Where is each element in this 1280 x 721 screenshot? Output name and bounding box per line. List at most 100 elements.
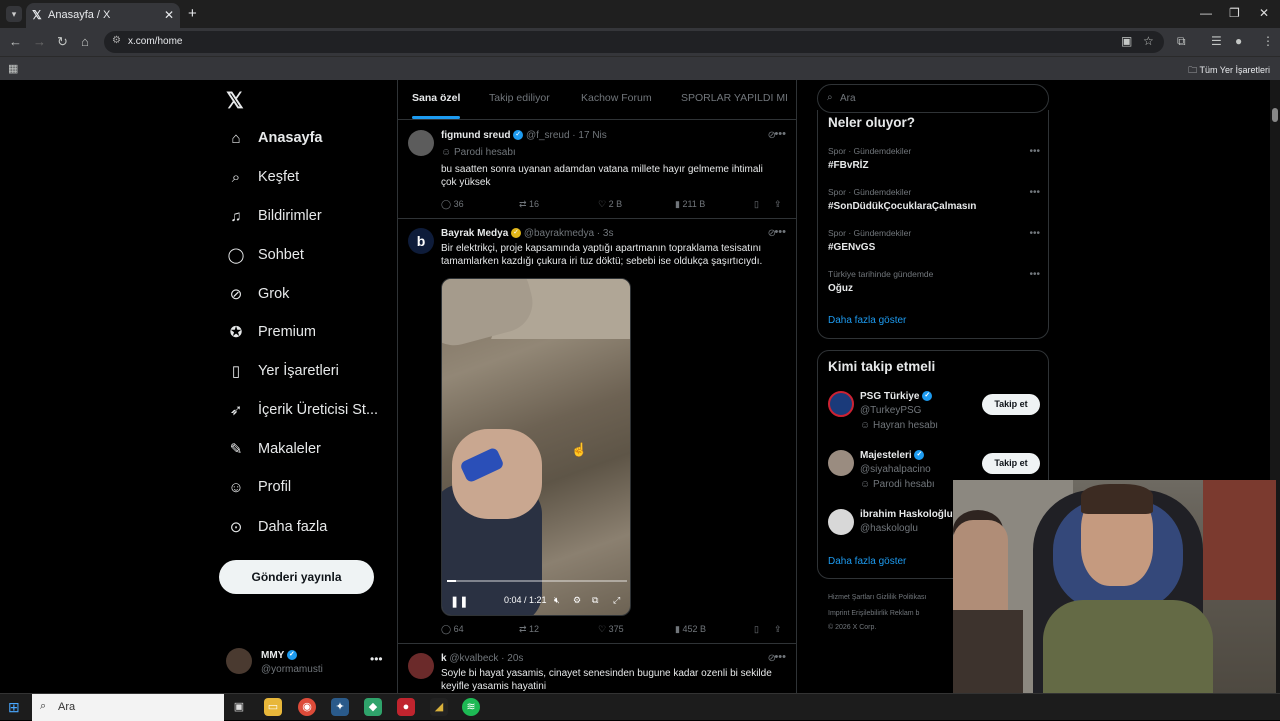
tweet-author[interactable]: k — [441, 653, 447, 664]
task-view-icon[interactable]: ▣ — [230, 698, 248, 716]
search-input[interactable]: ⌕ Ara — [817, 84, 1049, 113]
all-bookmarks[interactable]: 🗀 Tüm Yer İşaretleri — [1188, 63, 1270, 79]
tweet-handle[interactable]: @kvalbeck — [449, 653, 498, 664]
sidebar-item-home[interactable]: ⌂ Anasayfa — [226, 123, 322, 153]
views-button[interactable]: ▮ 211 B — [675, 199, 705, 210]
new-tab-button[interactable]: + — [188, 5, 197, 22]
tab-search-button[interactable]: ▾ — [6, 6, 22, 22]
spotify-icon[interactable]: ≋ — [462, 698, 480, 716]
video-progress-bar[interactable] — [447, 580, 627, 582]
tweet-author[interactable]: Bayrak Medya — [441, 228, 508, 239]
retweet-button[interactable]: ⇄ 16 — [519, 199, 539, 210]
post-button[interactable]: Gönderi yayınla — [219, 560, 374, 594]
star-icon[interactable]: ☆ — [1143, 34, 1154, 48]
retweet-button[interactable]: ⇄ 12 — [519, 624, 539, 635]
reply-button[interactable]: ◯ 64 — [441, 624, 464, 635]
account-switcher[interactable]: MMY ✓ @yormamusti ••• — [226, 646, 386, 680]
app-icon[interactable]: ● — [397, 698, 415, 716]
minimize-icon[interactable]: — — [1200, 6, 1212, 20]
app-icon[interactable]: ◢ — [430, 698, 448, 716]
pause-icon[interactable]: ❚❚ — [450, 595, 468, 608]
file-explorer-icon[interactable]: ▭ — [264, 698, 282, 716]
account-more-icon[interactable]: ••• — [370, 652, 383, 666]
cast-icon[interactable]: ▣ — [1121, 34, 1132, 48]
close-tab-icon[interactable]: ✕ — [164, 8, 174, 22]
close-window-icon[interactable]: ✕ — [1259, 6, 1269, 20]
tweet-time[interactable]: 3s — [603, 228, 614, 239]
chrome-icon[interactable]: ◉ — [298, 698, 316, 716]
footer-links[interactable]: Hizmet Şartları Gizlilik Politikası — [828, 594, 926, 601]
follow-button[interactable]: Takip et — [982, 394, 1040, 415]
tab-sporlar[interactable]: SPORLAR YAPILDI MI — [681, 92, 788, 104]
extensions-icon[interactable]: ⧉ — [1177, 34, 1186, 49]
trend-item[interactable]: Türkiye tarihinde gündemde Oğuz ••• — [828, 269, 1040, 294]
tab-following[interactable]: Takip ediliyor — [489, 92, 550, 104]
tab-for-you[interactable]: Sana özel — [412, 92, 461, 119]
fullscreen-icon[interactable]: ⤢ — [613, 595, 620, 606]
tweet-author[interactable]: figmund sreud — [441, 130, 510, 141]
tweet-more-icon[interactable]: ••• — [774, 651, 786, 663]
mute-icon[interactable]: 🔇︎ — [554, 595, 560, 606]
sidebar-item-chat[interactable]: ◯ Sohbet — [226, 240, 304, 270]
share-icon[interactable]: ⇪ — [774, 624, 782, 635]
scrollbar-thumb[interactable] — [1272, 108, 1278, 122]
tweet-time[interactable]: 17 Nis — [578, 130, 606, 141]
sidebar-item-grok[interactable]: ⊘ Grok — [226, 279, 290, 309]
tweet[interactable]: b Bayrak Medya ✓ @bayrakmedya · 3s ⊘ •••… — [398, 220, 796, 644]
trend-item[interactable]: Spor · Gündemdekiler #FBvRİZ ••• — [828, 146, 1040, 171]
app-icon[interactable]: ◆ — [364, 698, 382, 716]
sidebar-item-notifications[interactable]: ♫ Bildirimler — [226, 201, 321, 231]
sidebar-item-explore[interactable]: ⌕ Keşfet — [226, 162, 299, 192]
share-icon[interactable]: ⇪ — [774, 199, 782, 210]
trend-more-icon[interactable]: ••• — [1029, 228, 1040, 239]
reload-icon[interactable]: ↻ — [57, 34, 68, 50]
trends-show-more-link[interactable]: Daha fazla göster — [828, 315, 906, 326]
tweet-video[interactable]: ❚❚ 0:04 / 1:21 🔇︎ ⚙ ⧉ ⤢ — [441, 278, 631, 616]
windows-start-icon[interactable]: ⊞ — [8, 699, 20, 716]
tab-kachow-forum[interactable]: Kachow Forum — [581, 92, 652, 104]
media-icon[interactable]: ☰ — [1211, 34, 1222, 48]
back-icon[interactable]: ← — [9, 34, 22, 49]
tweet[interactable]: k @kvalbeck · 20s ⊘ ••• Soyle bi hayat y… — [398, 645, 796, 693]
profile-icon[interactable]: ● — [1235, 34, 1242, 48]
trend-more-icon[interactable]: ••• — [1029, 146, 1040, 157]
tweet-time[interactable]: 20s — [507, 653, 523, 664]
bookmark-icon[interactable]: ▯ — [754, 624, 759, 635]
footer-links[interactable]: Imprint Erişilebilirlik Reklam b — [828, 610, 919, 617]
x-logo-icon[interactable]: 𝕏 — [226, 88, 244, 114]
tweet-handle[interactable]: @bayrakmedya — [524, 228, 594, 239]
follow-button[interactable]: Takip et — [982, 453, 1040, 474]
trend-item[interactable]: Spor · Gündemdekiler #GENvGS ••• — [828, 228, 1040, 253]
taskbar-search-input[interactable]: ⌕ Ara — [32, 694, 224, 721]
tweet-handle[interactable]: @f_sreud — [526, 130, 570, 141]
like-button[interactable]: ♡ 2 B — [598, 199, 622, 210]
menu-icon[interactable]: ⋮ — [1262, 34, 1274, 48]
sidebar-item-profile[interactable]: ☺ Profil — [226, 472, 291, 502]
views-button[interactable]: ▮ 452 B — [675, 624, 706, 635]
site-info-icon[interactable]: ⚙ — [112, 35, 121, 46]
bayrak-medya-logo-icon[interactable]: b — [408, 228, 434, 254]
like-button[interactable]: ♡ 375 — [598, 624, 624, 635]
avatar[interactable] — [408, 130, 434, 156]
trend-more-icon[interactable]: ••• — [1029, 269, 1040, 280]
sidebar-item-premium[interactable]: ✪ Premium — [226, 317, 316, 347]
app-icon[interactable]: ✦ — [331, 698, 349, 716]
tweet-more-icon[interactable]: ••• — [774, 128, 786, 140]
who-show-more-link[interactable]: Daha fazla göster — [828, 556, 906, 567]
settings-icon[interactable]: ⚙ — [573, 595, 581, 606]
home-browser-icon[interactable]: ⌂ — [81, 34, 89, 49]
apps-grid-icon[interactable]: ▦ — [8, 62, 18, 75]
forward-icon[interactable]: → — [33, 34, 46, 49]
bookmark-icon[interactable]: ▯ — [754, 199, 759, 210]
sidebar-item-creator-studio[interactable]: ➶ İçerik Üreticisi St... — [226, 395, 378, 425]
follow-suggestion[interactable]: PSG Türkiye ✓ @TurkeyPSG ☺ Hayran hesabı… — [828, 391, 1040, 435]
trend-more-icon[interactable]: ••• — [1029, 187, 1040, 198]
sidebar-item-articles[interactable]: ✎ Makaleler — [226, 434, 321, 464]
tweet-more-icon[interactable]: ••• — [774, 226, 786, 238]
restore-icon[interactable]: ❐ — [1229, 6, 1240, 20]
tweet[interactable]: figmund sreud ✓ @f_sreud · 17 Nis ⊘ ••• … — [398, 122, 796, 219]
trend-item[interactable]: Spor · Gündemdekiler #SonDüdükÇocuklaraÇa… — [828, 187, 1040, 212]
reply-button[interactable]: ◯ 36 — [441, 199, 464, 210]
sidebar-item-bookmarks[interactable]: ▯ Yer İşaretleri — [226, 356, 339, 386]
pip-icon[interactable]: ⧉ — [592, 595, 598, 606]
